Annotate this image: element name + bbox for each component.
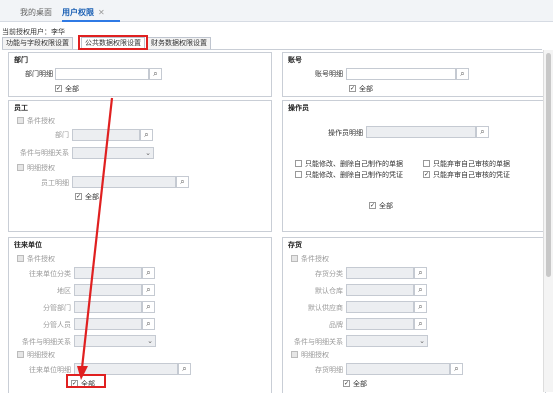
annotation-arrow (77, 97, 114, 380)
arrow-line (80, 97, 114, 369)
arrow-head (77, 366, 88, 380)
